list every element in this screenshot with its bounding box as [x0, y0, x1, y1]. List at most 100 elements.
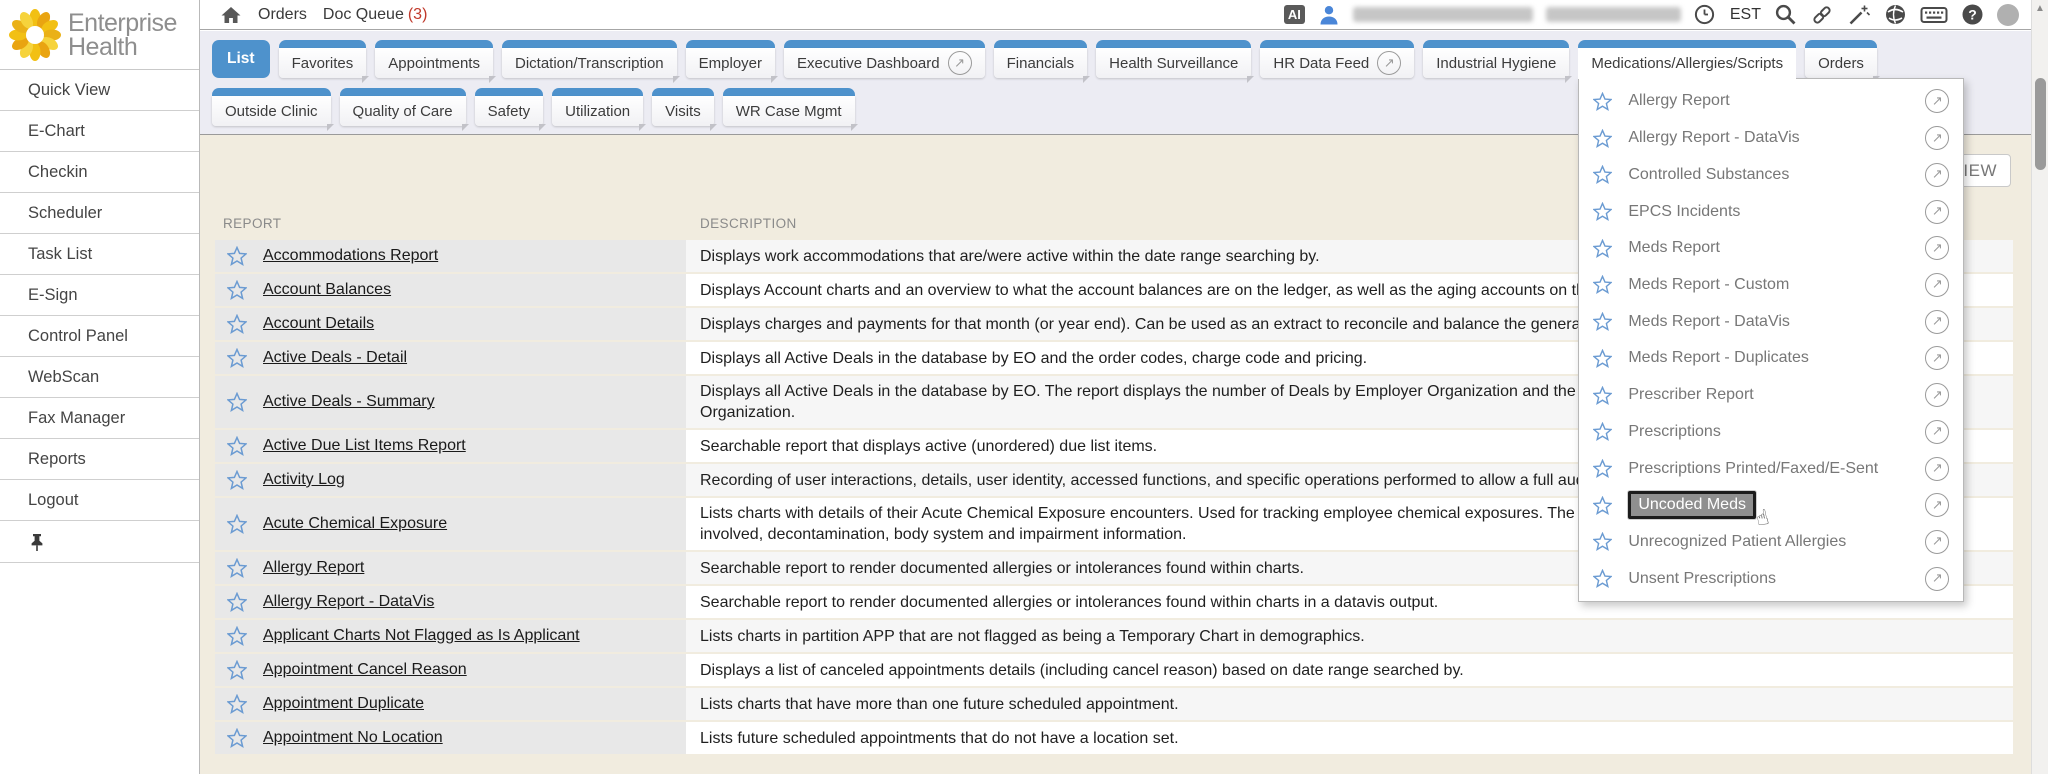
menu-item-unrecognized-patient-allergies[interactable]: Unrecognized Patient Allergies↗ — [1579, 524, 1963, 561]
globe-icon[interactable] — [1884, 3, 1907, 26]
avatar[interactable] — [1997, 4, 2019, 26]
brand-logo[interactable]: Enterprise Health — [0, 0, 199, 70]
tab-financials[interactable]: Financials — [994, 40, 1088, 78]
external-link-icon[interactable]: ↗ — [1925, 310, 1949, 334]
external-link-icon[interactable]: ↗ — [1925, 200, 1949, 224]
report-link[interactable]: Allergy Report - DataVis — [263, 593, 434, 611]
tab-medications-allergies-scripts[interactable]: Medications/Allergies/Scripts Allergy Re… — [1578, 40, 1796, 79]
report-link[interactable]: Appointment Duplicate — [263, 695, 424, 713]
report-link[interactable]: Account Details — [263, 315, 374, 333]
star-icon[interactable] — [1593, 349, 1612, 368]
report-link[interactable]: Appointment No Location — [263, 729, 443, 747]
sidebar-item-e-sign[interactable]: E-Sign — [0, 275, 199, 316]
star-icon[interactable] — [1593, 239, 1612, 258]
keyboard-icon[interactable] — [1920, 5, 1948, 25]
external-link-icon[interactable]: ↗ — [1925, 567, 1949, 591]
star-icon[interactable] — [227, 314, 247, 334]
external-link-icon[interactable]: ↗ — [1925, 383, 1949, 407]
report-link[interactable]: Allergy Report — [263, 559, 364, 577]
star-icon[interactable] — [1593, 569, 1612, 588]
external-link-icon[interactable]: ↗ — [1925, 493, 1949, 517]
breadcrumb-doc-queue[interactable]: Doc Queue(3) — [323, 6, 428, 24]
tab-visits[interactable]: Visits — [652, 88, 714, 126]
menu-item-unsent-prescriptions[interactable]: Unsent Prescriptions↗ — [1579, 560, 1963, 597]
menu-item-allergy-report-datavis[interactable]: Allergy Report - DataVis↗ — [1579, 120, 1963, 157]
star-icon[interactable] — [227, 558, 247, 578]
sidebar-item-scheduler[interactable]: Scheduler — [0, 193, 199, 234]
star-icon[interactable] — [1593, 165, 1612, 184]
report-link[interactable]: Active Deals - Detail — [263, 349, 407, 367]
star-icon[interactable] — [227, 436, 247, 456]
sidebar-item-task-list[interactable]: Task List — [0, 234, 199, 275]
menu-item-meds-report-duplicates[interactable]: Meds Report - Duplicates↗ — [1579, 340, 1963, 377]
star-icon[interactable] — [1593, 312, 1612, 331]
star-icon[interactable] — [1593, 202, 1612, 221]
external-link-icon[interactable]: ↗ — [1925, 457, 1949, 481]
scroll-up-arrow-icon[interactable]: ▲ — [2032, 0, 2048, 17]
star-icon[interactable] — [227, 660, 247, 680]
star-icon[interactable] — [1593, 92, 1612, 111]
external-link-icon[interactable]: ↗ — [1925, 89, 1949, 113]
star-icon[interactable] — [227, 514, 247, 534]
star-icon[interactable] — [227, 246, 247, 266]
menu-item-meds-report-datavis[interactable]: Meds Report - DataVis↗ — [1579, 303, 1963, 340]
menu-item-prescriber-report[interactable]: Prescriber Report↗ — [1579, 377, 1963, 414]
star-icon[interactable] — [227, 728, 247, 748]
tab-favorites[interactable]: Favorites — [279, 40, 367, 78]
menu-item-prescriptions-printed-faxed-esent[interactable]: Prescriptions Printed/Faxed/E-Sent↗ — [1579, 450, 1963, 487]
tab-utilization[interactable]: Utilization — [552, 88, 643, 126]
report-link[interactable]: Accommodations Report — [263, 247, 438, 265]
external-link-icon[interactable]: ↗ — [1925, 273, 1949, 297]
star-icon[interactable] — [1593, 422, 1612, 441]
report-link[interactable]: Active Due List Items Report — [263, 437, 466, 455]
external-link-icon[interactable]: ↗ — [1925, 126, 1949, 150]
star-icon[interactable] — [227, 348, 247, 368]
menu-item-epcs-incidents[interactable]: EPCS Incidents↗ — [1579, 193, 1963, 230]
scrollbar-thumb[interactable] — [2035, 78, 2046, 170]
star-icon[interactable] — [227, 694, 247, 714]
report-link[interactable]: Applicant Charts Not Flagged as Is Appli… — [263, 627, 580, 645]
link-icon[interactable] — [1810, 3, 1834, 27]
menu-item-allergy-report[interactable]: Allergy Report↗ — [1579, 83, 1963, 120]
report-link[interactable]: Account Balances — [263, 281, 391, 299]
star-icon[interactable] — [227, 626, 247, 646]
menu-item-meds-report[interactable]: Meds Report↗ — [1579, 230, 1963, 267]
tab-appointments[interactable]: Appointments — [375, 40, 493, 78]
star-icon[interactable] — [227, 280, 247, 300]
star-icon[interactable] — [1593, 275, 1612, 294]
sidebar-item-logout[interactable]: Logout — [0, 480, 199, 521]
report-link[interactable]: Acute Chemical Exposure — [263, 515, 447, 533]
star-icon[interactable] — [1593, 386, 1612, 405]
sidebar-item-e-chart[interactable]: E-Chart — [0, 111, 199, 152]
search-icon[interactable] — [1774, 3, 1797, 26]
breadcrumb-orders[interactable]: Orders — [258, 6, 307, 24]
external-link-icon[interactable]: ↗ — [1925, 346, 1949, 370]
menu-item-prescriptions[interactable]: Prescriptions↗ — [1579, 413, 1963, 450]
home-icon[interactable] — [220, 5, 242, 25]
sidebar-item-reports[interactable]: Reports — [0, 439, 199, 480]
external-link-icon[interactable]: ↗ — [1925, 236, 1949, 260]
star-icon[interactable] — [227, 470, 247, 490]
star-icon[interactable] — [227, 392, 247, 412]
star-icon[interactable] — [1593, 532, 1612, 551]
tab-list[interactable]: List — [212, 40, 270, 78]
menu-item-uncoded-meds[interactable]: Uncoded Meds☝↗ — [1579, 487, 1963, 524]
ai-badge-icon[interactable]: AI — [1284, 5, 1305, 24]
tab-quality-of-care[interactable]: Quality of Care — [340, 88, 466, 126]
tab-orders[interactable]: Orders — [1805, 40, 1877, 78]
star-icon[interactable] — [227, 592, 247, 612]
user-icon[interactable] — [1318, 4, 1340, 26]
tab-executive-dashboard[interactable]: Executive Dashboard↗ — [784, 40, 985, 78]
star-icon[interactable] — [1593, 459, 1612, 478]
sidebar-item-fax-manager[interactable]: Fax Manager — [0, 398, 199, 439]
menu-item-controlled-substances[interactable]: Controlled Substances↗ — [1579, 156, 1963, 193]
tab-safety[interactable]: Safety — [475, 88, 544, 126]
tab-health-surveillance[interactable]: Health Surveillance — [1096, 40, 1251, 78]
help-icon[interactable]: ? — [1961, 3, 1984, 26]
external-link-icon[interactable]: ↗ — [1925, 163, 1949, 187]
sidebar-item-webscan[interactable]: WebScan — [0, 357, 199, 398]
sidebar-pin-toggle[interactable] — [0, 521, 199, 563]
tab-industrial-hygiene[interactable]: Industrial Hygiene — [1423, 40, 1569, 78]
magic-wand-icon[interactable] — [1847, 3, 1871, 27]
external-link-icon[interactable]: ↗ — [1925, 420, 1949, 444]
